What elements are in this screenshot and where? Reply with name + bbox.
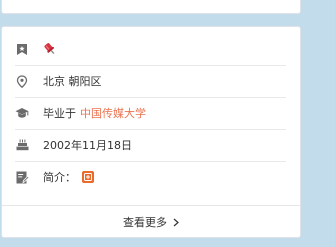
previous-card (1, 0, 301, 14)
medal-row (15, 33, 286, 66)
location-text: 北京 朝阳区 (43, 75, 102, 88)
school-link[interactable]: 中国传媒大学 (80, 105, 146, 121)
location-row: 北京 朝阳区 (15, 65, 286, 98)
profile-info-card: 北京 朝阳区 毕业于 中国传媒大学 2002年11月18日 简介： 查看更多 (1, 26, 301, 238)
pushpin-badge-icon[interactable] (43, 42, 57, 56)
bookmark-star-icon (15, 42, 29, 56)
see-more-button[interactable]: 查看更多 (2, 205, 300, 237)
bio-label: 简介： (43, 171, 76, 184)
education-prefix: 毕业于 (43, 107, 76, 120)
birthday-text: 2002年11月18日 (43, 139, 132, 152)
bio-row: 简介： (15, 161, 286, 193)
weibo-badge-icon[interactable] (82, 171, 94, 183)
chevron-right-icon (173, 218, 179, 227)
birthday-row: 2002年11月18日 (15, 129, 286, 162)
graduation-cap-icon (15, 106, 29, 120)
see-more-label: 查看更多 (123, 216, 167, 229)
cake-icon (15, 138, 29, 152)
location-pin-icon (15, 74, 29, 88)
education-row: 毕业于 中国传媒大学 (15, 97, 286, 130)
edit-note-icon (15, 170, 29, 184)
